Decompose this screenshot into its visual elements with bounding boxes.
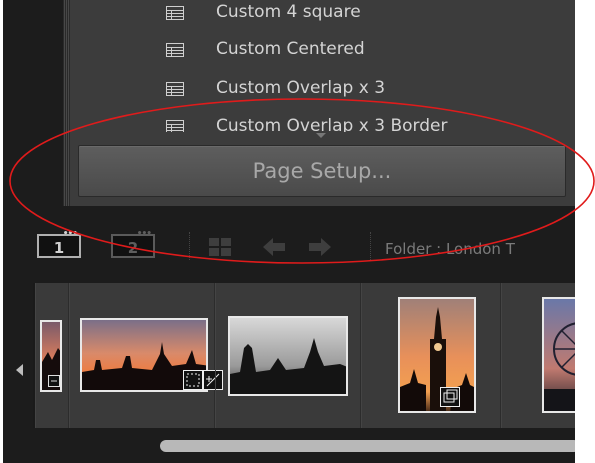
- secondary-window-button[interactable]: ••• 2: [111, 230, 155, 258]
- template-list: Custom 4 square Custom Centered Custom O…: [71, 0, 575, 132]
- template-item-custom-overlap-x3-border[interactable]: Custom Overlap x 3 Border: [71, 107, 575, 132]
- grid-icon[interactable]: [207, 237, 235, 257]
- toolbar-divider: [189, 232, 191, 260]
- arrow-left-icon[interactable]: [261, 237, 287, 257]
- window-menu-dots-icon: •••: [136, 229, 152, 239]
- filmstrip-scrollbar-thumb[interactable]: [160, 440, 575, 452]
- secondary-window-label: 2: [127, 239, 139, 257]
- folder-source-label[interactable]: Folder : London T: [385, 240, 515, 258]
- thumbnail-image[interactable]: [542, 297, 575, 413]
- template-item-label: Custom Overlap x 3: [216, 78, 386, 98]
- template-item-label: Custom Overlap x 3 Border: [216, 116, 448, 132]
- filmstrip-toolbar: ••• 1 ••• 2 Folder : London T: [3, 218, 575, 273]
- filmstrip-cell[interactable]: [35, 283, 69, 428]
- template-item-custom-4-square[interactable]: Custom 4 square: [71, 0, 575, 31]
- thumbnail-image[interactable]: [228, 316, 348, 396]
- toolbar-divider: [370, 232, 372, 260]
- stack-badge-icon: [440, 387, 460, 407]
- template-item-custom-centered[interactable]: Custom Centered: [71, 30, 575, 68]
- template-item-label: Custom Centered: [216, 39, 365, 59]
- filmstrip-left-arrow-icon[interactable]: [16, 364, 23, 376]
- lightroom-print-module: Custom 4 square Custom Centered Custom O…: [3, 0, 575, 463]
- template-item-label: Custom 4 square: [216, 2, 361, 22]
- page-setup-button[interactable]: Page Setup...: [78, 145, 566, 197]
- filmstrip-cell[interactable]: [69, 283, 223, 428]
- template-icon: [166, 42, 184, 57]
- filmstrip-scrollbar[interactable]: [33, 438, 575, 456]
- panel-collapse-arrow-icon[interactable]: [316, 133, 326, 138]
- panel-resize-grip[interactable]: [63, 0, 70, 206]
- template-icon: [166, 119, 184, 132]
- primary-window-label: 1: [53, 239, 65, 257]
- window-menu-dots-icon: •••: [62, 229, 78, 239]
- template-item-custom-overlap-x3[interactable]: Custom Overlap x 3: [71, 69, 575, 107]
- template-icon: [166, 81, 184, 96]
- filmstrip: [33, 283, 575, 428]
- primary-window-button[interactable]: ••• 1: [37, 230, 81, 258]
- arrow-right-icon[interactable]: [307, 237, 333, 257]
- filmstrip-cell[interactable]: [215, 283, 361, 428]
- filmstrip-cell[interactable]: [501, 283, 575, 428]
- filmstrip-cell[interactable]: [361, 283, 501, 428]
- template-icon: [166, 5, 184, 20]
- template-browser-panel: Custom 4 square Custom Centered Custom O…: [63, 0, 575, 206]
- develop-badge-icon: [48, 375, 60, 387]
- thumbnail-image[interactable]: [398, 297, 476, 413]
